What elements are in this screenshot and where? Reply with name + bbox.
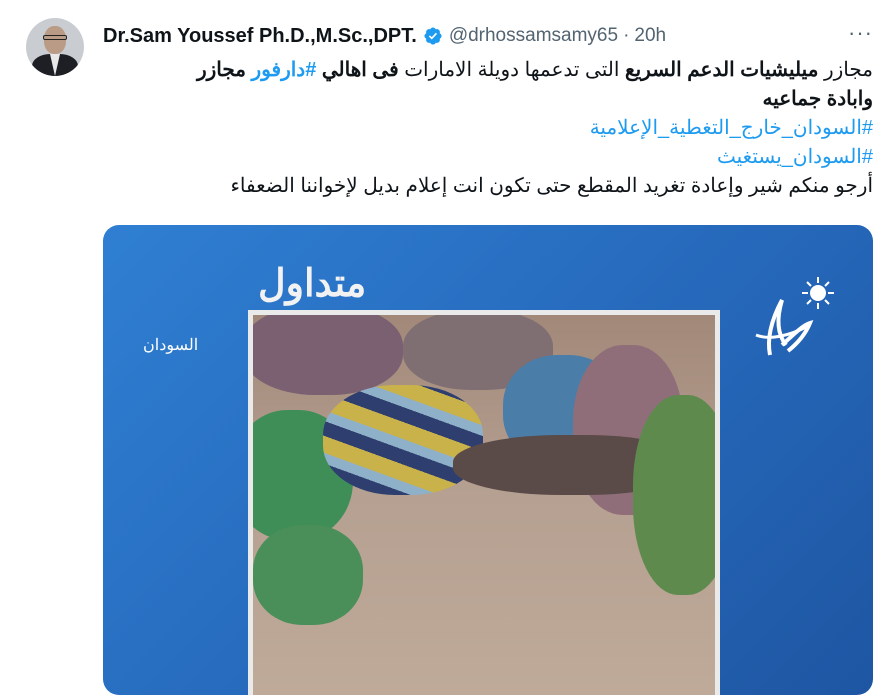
scene-blanket xyxy=(323,385,483,495)
hashtag-darfur-link[interactable]: #دارفور xyxy=(252,59,317,81)
channel-logo-text: السودان xyxy=(143,337,199,354)
scene-cushion xyxy=(253,525,363,625)
tweet-line-2: وابادة جماعيه xyxy=(762,88,873,110)
text-segment: مجازر xyxy=(818,59,873,81)
video-thumbnail xyxy=(253,315,715,695)
verified-badge-icon xyxy=(424,27,442,45)
hashtag-sudan-no-coverage-link[interactable]: #السودان_خارج_التغطية_الإعلامية xyxy=(103,114,873,143)
text-bold-segment: فى اهالي xyxy=(321,59,399,81)
tweet-line-5: أرجو منكم شير وإعادة تغريد المقطع حتى تك… xyxy=(230,175,874,197)
hashtag-sudan-help-link[interactable]: #السودان_يستغيث xyxy=(103,143,873,172)
avatar-glasses xyxy=(43,35,67,40)
author-handle[interactable]: @drhossamsamy65 xyxy=(449,25,618,47)
more-options-icon[interactable]: ··· xyxy=(848,20,873,46)
video-frame xyxy=(248,310,720,695)
scene-cushion xyxy=(253,315,403,395)
author-name[interactable]: Dr.Sam Youssef Ph.D.,M.Sc.,DPT. xyxy=(103,25,417,48)
text-segment: التى تدعمها دويلة الامارات xyxy=(398,59,625,81)
header-separator: · xyxy=(623,25,630,46)
scene-cushion xyxy=(633,395,715,595)
author-avatar[interactable] xyxy=(26,18,84,76)
text-bold-segment: ميليشيات الدعم السريع xyxy=(624,59,819,81)
tweet-header: Dr.Sam Youssef Ph.D.,M.Sc.,DPT. @drhossa… xyxy=(103,24,666,48)
channel-logo-icon xyxy=(755,277,834,356)
text-bold-segment: مجازر xyxy=(196,59,252,81)
tweet-line-1: مجازر ميليشيات الدعم السريع التى تدعمها … xyxy=(103,56,873,85)
tweet-timestamp[interactable]: 20h xyxy=(634,25,666,47)
avatar-head xyxy=(44,26,66,54)
tweet-text: مجازر ميليشيات الدعم السريع التى تدعمها … xyxy=(103,56,873,201)
tweet-media[interactable]: متداول السودان xyxy=(103,225,873,695)
media-label: متداول xyxy=(258,263,367,305)
